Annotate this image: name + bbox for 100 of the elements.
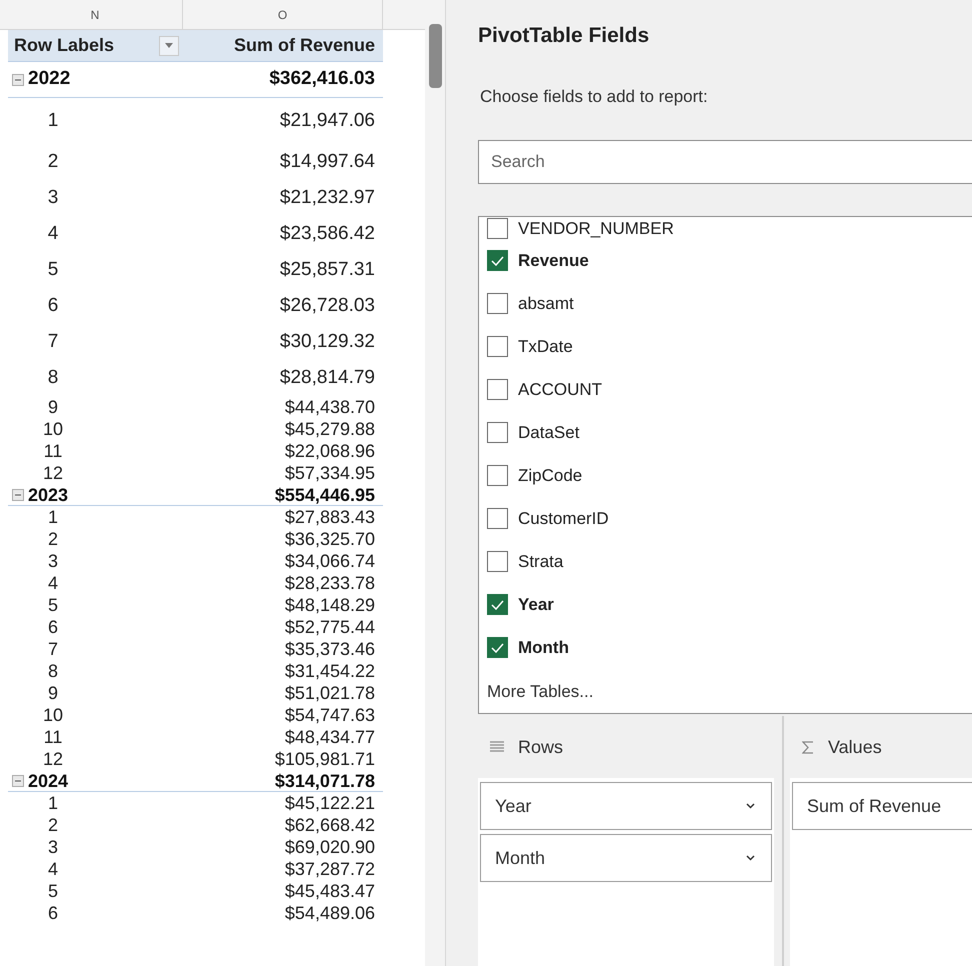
table-cell: $35,373.46 [284, 638, 375, 660]
table-cell-text: 2 [48, 150, 58, 174]
field-label[interactable]: VENDOR_NUMBER [518, 217, 674, 242]
rows-icon [490, 741, 504, 754]
chevron-down-icon[interactable] [746, 855, 755, 862]
checkbox[interactable] [487, 336, 508, 358]
field-label[interactable]: DataSet [518, 420, 580, 446]
table-cell: $45,483.47 [284, 880, 375, 902]
table-cell: 2023 [28, 484, 68, 506]
area-field-chip[interactable]: Year [480, 782, 772, 830]
table-cell: $69,020.90 [284, 836, 375, 858]
checkbox[interactable] [487, 218, 508, 239]
table-cell: 2 [48, 814, 58, 836]
table-cell: 3 [48, 550, 58, 572]
column-header[interactable]: N [90, 6, 100, 24]
field-label[interactable]: CustomerID [518, 506, 609, 532]
field-label[interactable]: Revenue [518, 248, 589, 274]
table-cell: $48,434.77 [284, 726, 375, 748]
table-cell: 12 [42, 748, 64, 770]
field-label[interactable]: TxDate [518, 334, 573, 360]
table-cell: 9 [48, 396, 58, 418]
checkbox[interactable] [487, 594, 508, 616]
table-cell-text: $21,232.97 [280, 186, 375, 210]
table-cell: 5 [48, 880, 58, 902]
table-cell: $37,287.72 [284, 858, 375, 880]
collapse-icon[interactable] [12, 774, 24, 786]
collapse-icon[interactable] [12, 74, 24, 86]
column-header: Row Labels [14, 34, 114, 57]
table-cell-text: $21,947.06 [280, 108, 375, 133]
table-cell-text: 8 [48, 366, 58, 390]
panel-subtitle: Choose fields to add to report: [480, 86, 709, 108]
area-title: Rows [518, 736, 564, 759]
table-cell: $54,489.06 [284, 902, 375, 924]
table-cell-text: $362,416.03 [269, 67, 375, 92]
checkbox[interactable] [487, 293, 508, 314]
checkbox[interactable] [487, 551, 508, 572]
table-cell: $57,334.95 [284, 462, 375, 484]
field-label[interactable]: ZipCode [518, 463, 582, 489]
table-cell: 8 [48, 660, 58, 682]
table-cell: 11 [44, 440, 62, 462]
checkbox[interactable] [487, 465, 508, 486]
table-cell: $22,068.96 [284, 440, 375, 462]
check-icon [491, 256, 504, 266]
checkbox[interactable] [487, 422, 508, 444]
sigma-icon [802, 740, 814, 754]
field-label[interactable]: Month [518, 635, 569, 661]
table-cell-text: 2022 [28, 67, 70, 92]
table-cell: 7 [48, 638, 58, 660]
table-cell: 10 [42, 704, 64, 726]
filter-dropdown-button[interactable] [159, 36, 179, 56]
table-cell-text: $14,997.64 [280, 150, 375, 174]
table-cell-text: 5 [48, 258, 58, 282]
column-header: Sum of Revenue [234, 34, 375, 57]
table-cell: $28,233.78 [284, 572, 375, 594]
area-title: Values [828, 736, 882, 759]
table-cell: $314,071.78 [274, 770, 375, 792]
search-field[interactable]: Search [478, 140, 972, 184]
scrollbar-thumb[interactable] [428, 24, 442, 88]
check-icon [491, 600, 504, 610]
column-header[interactable]: O [278, 6, 288, 24]
field-label[interactable]: Year [518, 592, 554, 618]
table-cell: 2 [48, 528, 58, 550]
field-label[interactable]: absamt [518, 291, 574, 317]
table-cell: 12 [42, 462, 64, 484]
table-cell: 6 [48, 616, 58, 638]
table-cell-text: $30,129.32 [280, 330, 375, 354]
collapse-icon[interactable] [12, 488, 24, 500]
table-cell: 3 [48, 836, 58, 858]
checkbox[interactable] [487, 250, 508, 272]
table-cell: 4 [48, 858, 58, 880]
table-cell: $44,438.70 [284, 396, 375, 418]
field-label[interactable]: Strata [518, 549, 564, 575]
table-cell: $62,668.42 [284, 814, 375, 836]
caret-icon [165, 43, 173, 48]
table-cell: 5 [48, 594, 58, 616]
table-cell-text: 1 [48, 108, 58, 133]
table-cell: 2024 [28, 770, 68, 792]
checkbox[interactable] [487, 637, 508, 658]
table-cell: $554,446.95 [274, 484, 375, 506]
checkbox[interactable] [487, 379, 508, 400]
area-field-chip[interactable]: Month [480, 834, 772, 882]
table-cell: $36,325.70 [284, 528, 375, 550]
table-cell: $48,148.29 [284, 594, 375, 616]
table-cell-text: 3 [48, 186, 58, 210]
checkbox[interactable] [487, 508, 508, 530]
area-field-chip[interactable]: Sum of Revenue [792, 782, 972, 830]
field-label[interactable]: ACCOUNT [518, 377, 602, 403]
panel-title: PivotTable Fields [478, 23, 650, 48]
table-cell: 4 [48, 572, 58, 594]
table-cell-text: 7 [48, 330, 58, 354]
table-cell: $51,021.78 [284, 682, 375, 704]
more-tables-link[interactable]: More Tables... [487, 679, 594, 705]
table-cell: $45,279.88 [284, 418, 375, 440]
table-cell-text: $23,586.42 [280, 222, 375, 246]
chevron-down-icon[interactable] [746, 803, 755, 810]
table-cell: $31,454.22 [284, 660, 375, 682]
table-cell-text: 6 [48, 294, 58, 318]
table-cell: 10 [42, 418, 64, 440]
table-cell: 1 [48, 792, 58, 814]
table-cell: $45,122.21 [284, 792, 375, 814]
